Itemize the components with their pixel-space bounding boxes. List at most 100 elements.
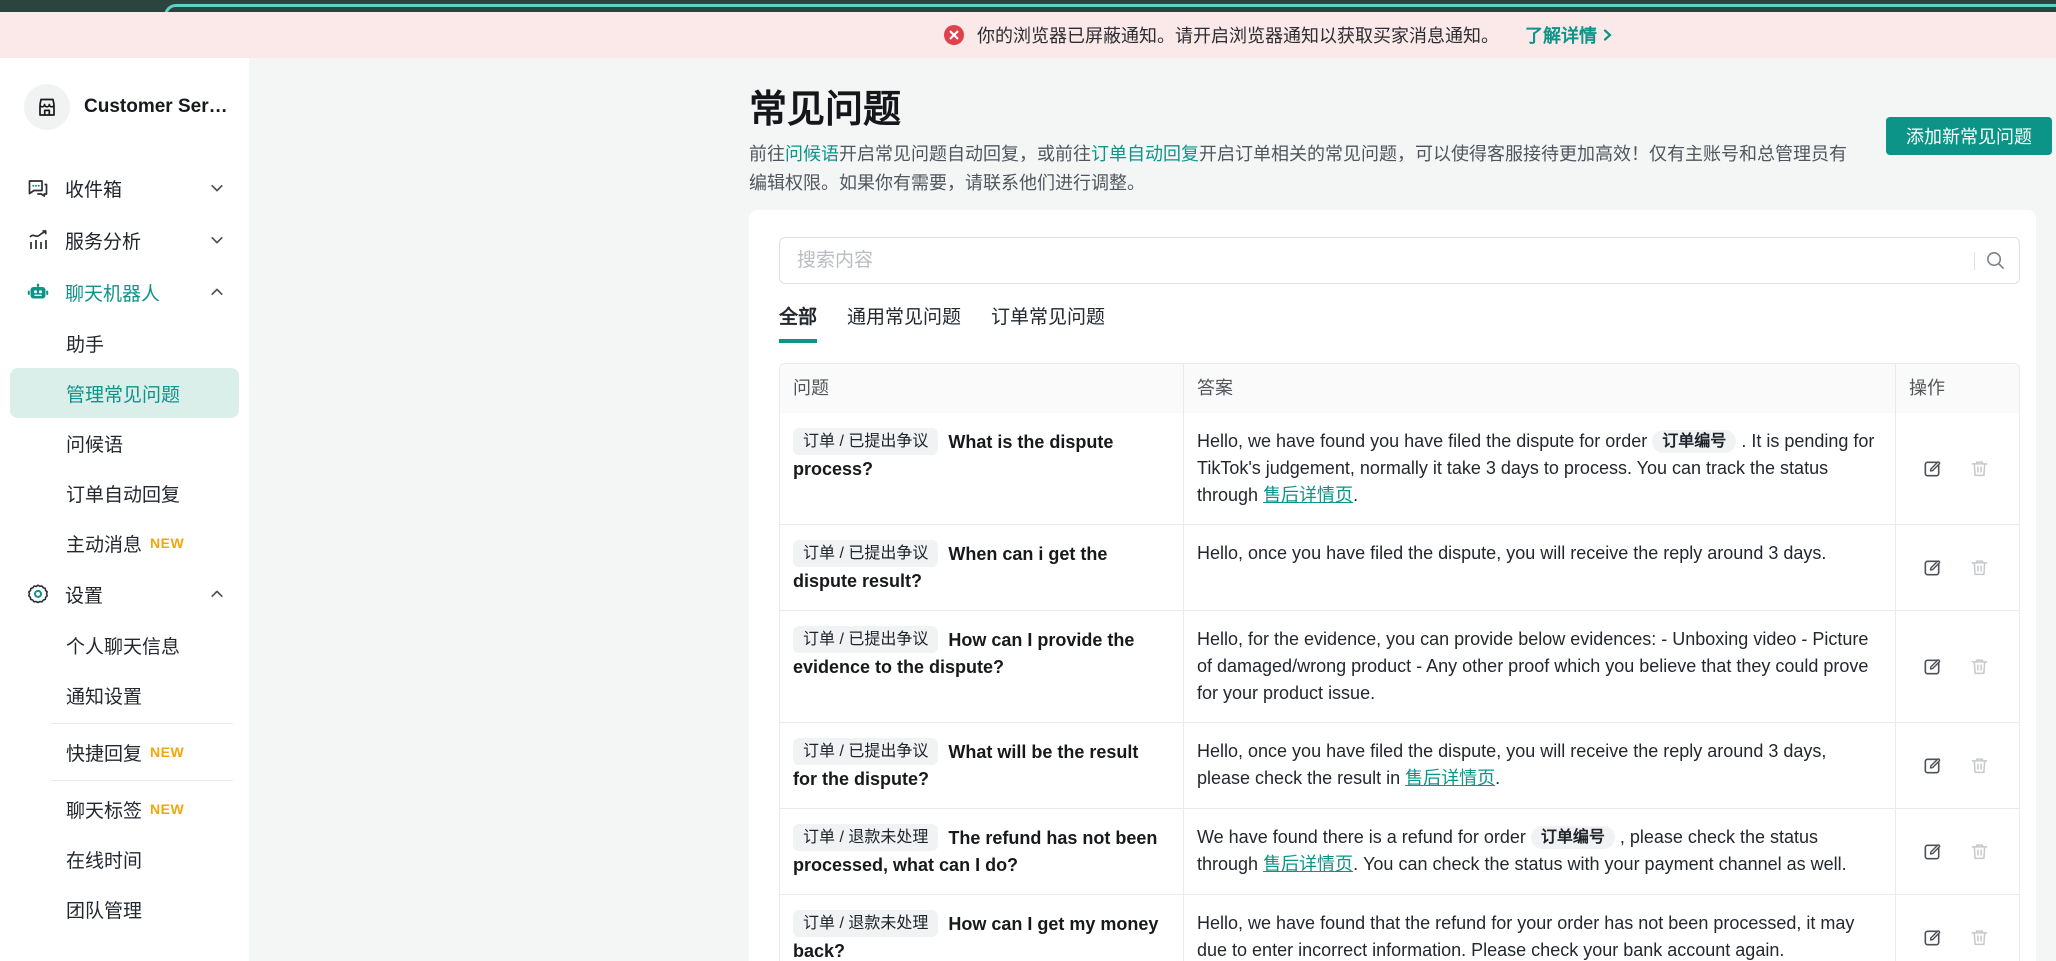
sidebar-subitem-label: 个人聊天信息: [66, 632, 180, 659]
table-row: 订单 / 已提出争议What will be the result for th…: [780, 722, 2019, 808]
question-cell: 订单 / 已提出争议When can i get the dispute res…: [780, 525, 1183, 610]
sidebar-item-2[interactable]: 聊天机器人: [0, 266, 249, 318]
chevron-up-icon: [209, 284, 225, 300]
sidebar-subitem[interactable]: 问候语: [0, 418, 249, 468]
sidebar-subitem-label: 助手: [66, 330, 104, 357]
answer-text: Hello, once you have filed the dispute, …: [1197, 741, 1826, 788]
faq-tabs: 全部通用常见问题订单常见问题: [779, 302, 2020, 343]
answer-cell: Hello, once you have filed the dispute, …: [1183, 525, 1895, 610]
sidebar-subitem[interactable]: 快捷回复NEW: [0, 727, 249, 777]
edit-button[interactable]: [1922, 755, 1943, 776]
question-cell: 订单 / 已提出争议What is the dispute process?: [780, 413, 1183, 524]
tab-1[interactable]: 通用常见问题: [847, 302, 961, 343]
top-bar: [0, 0, 2056, 12]
edit-button[interactable]: [1922, 557, 1943, 578]
question-cell: 订单 / 退款未处理How can I get my money back?: [780, 895, 1183, 961]
inline-link[interactable]: 问候语: [785, 144, 839, 164]
edit-button[interactable]: [1922, 656, 1943, 677]
sidebar-subitem[interactable]: 管理常见问题: [10, 368, 239, 418]
answer-link[interactable]: 售后详情页: [1263, 854, 1353, 874]
delete-icon: [1969, 557, 1990, 578]
page-title: 常见问题: [749, 86, 2056, 134]
chevron-down-icon: [209, 232, 225, 248]
sidebar-subitem[interactable]: 助手: [0, 318, 249, 368]
search-input[interactable]: [779, 237, 2020, 284]
delete-icon: [1969, 458, 1990, 479]
banner-text: 你的浏览器已屏蔽通知。请开启浏览器通知以获取买家消息通知。: [977, 22, 1499, 48]
description-text: 前往: [749, 144, 785, 164]
sidebar-subitem[interactable]: 聊天标签NEW: [0, 784, 249, 834]
edit-icon: [1922, 656, 1943, 677]
bar-chart-icon: [26, 228, 50, 252]
delete-button[interactable]: [1969, 557, 1990, 578]
menu-divider: [50, 780, 233, 781]
chevron-right-icon: [1601, 28, 1613, 42]
question-category-tag: 订单 / 退款未处理: [793, 910, 938, 937]
account-header[interactable]: Customer Servic...: [0, 84, 249, 130]
answer-link[interactable]: 售后详情页: [1263, 485, 1353, 505]
delete-icon: [1969, 656, 1990, 677]
delete-button[interactable]: [1969, 841, 1990, 862]
question-cell: 订单 / 已提出争议What will be the result for th…: [780, 723, 1183, 808]
delete-button[interactable]: [1969, 458, 1990, 479]
sidebar-subitem[interactable]: 在线时间: [0, 834, 249, 884]
sidebar-subitem[interactable]: 主动消息 NEW: [0, 518, 249, 568]
tab-0[interactable]: 全部: [779, 302, 817, 343]
sidebar-subitem[interactable]: 团队管理: [0, 884, 249, 934]
search-icon[interactable]: [1985, 250, 2006, 271]
tab-2[interactable]: 订单常见问题: [991, 302, 1105, 343]
app-window: 你的浏览器已屏蔽通知。请开启浏览器通知以获取买家消息通知。 了解详情 Custo…: [0, 0, 2056, 961]
sidebar-item-label: 设置: [65, 581, 209, 608]
search-box: [779, 237, 2020, 284]
sidebar-item-label: 服务分析: [65, 227, 209, 254]
delete-button[interactable]: [1969, 755, 1990, 776]
sidebar-subitem-label: 主动消息: [66, 530, 142, 557]
column-header-answer: 答案: [1183, 364, 1895, 413]
inline-link[interactable]: 订单自动回复: [1091, 144, 1199, 164]
sidebar-item-0[interactable]: 收件箱: [0, 162, 249, 214]
edit-icon: [1922, 458, 1943, 479]
question-category-tag: 订单 / 已提出争议: [793, 540, 938, 567]
answer-text: .: [1495, 768, 1500, 788]
sidebar-menu: 收件箱服务分析聊天机器人助手管理常见问题问候语订单自动回复主动消息 NEW 设置个人…: [0, 162, 249, 934]
sidebar-subitem-label: 聊天标签: [66, 796, 142, 823]
add-faq-button[interactable]: 添加新常见问题: [1886, 117, 2052, 155]
sidebar-subitem-label: 订单自动回复: [66, 480, 180, 507]
question-cell: 订单 / 已提出争议How can I provide the evidence…: [780, 611, 1183, 722]
edit-button[interactable]: [1922, 841, 1943, 862]
delete-button[interactable]: [1969, 656, 1990, 677]
sidebar-item-1[interactable]: 服务分析: [0, 214, 249, 266]
answer-cell: Hello, for the evidence, you can provide…: [1183, 611, 1895, 722]
table-header-row: 问题 答案 操作: [780, 364, 2019, 413]
answer-cell: Hello, we have found you have filed the …: [1183, 413, 1895, 524]
edit-icon: [1922, 557, 1943, 578]
learn-more-link[interactable]: 了解详情: [1525, 22, 1613, 48]
answer-text: Hello, for the evidence, you can provide…: [1197, 629, 1868, 703]
question-category-tag: 订单 / 已提出争议: [793, 626, 938, 653]
delete-icon: [1969, 755, 1990, 776]
description-text: 开启常见问题自动回复，或前往: [839, 144, 1091, 164]
sidebar-subitem-label: 管理常见问题: [66, 380, 180, 407]
page-description: 前往问候语开启常见问题自动回复，或前往订单自动回复开启订单相关的常见问题，可以使…: [749, 140, 1857, 198]
answer-link[interactable]: 售后详情页: [1405, 768, 1495, 788]
sidebar-subitem[interactable]: 订单自动回复: [0, 468, 249, 518]
edit-button[interactable]: [1922, 458, 1943, 479]
order-number-tag: 订单编号: [1531, 826, 1615, 849]
new-badge: NEW: [150, 535, 184, 551]
answer-text: Hello, we have found that the refund for…: [1197, 913, 1854, 960]
sidebar-subitem[interactable]: 通知设置: [0, 670, 249, 720]
sidebar-item-3[interactable]: 设置: [0, 568, 249, 620]
edit-icon: [1922, 841, 1943, 862]
answer-text: Hello, we have found you have filed the …: [1197, 431, 1652, 451]
actions-cell: [1895, 895, 2019, 961]
answer-text: Hello, once you have filed the dispute, …: [1197, 543, 1826, 563]
answer-text: .: [1353, 485, 1358, 505]
sidebar-subitem[interactable]: 个人聊天信息: [0, 620, 249, 670]
sidebar-item-label: 收件箱: [65, 175, 209, 202]
menu-divider: [50, 723, 233, 724]
actions-cell: [1895, 525, 2019, 610]
edit-button[interactable]: [1922, 927, 1943, 948]
delete-icon: [1969, 841, 1990, 862]
delete-button[interactable]: [1969, 927, 1990, 948]
question-category-tag: 订单 / 已提出争议: [793, 738, 938, 765]
